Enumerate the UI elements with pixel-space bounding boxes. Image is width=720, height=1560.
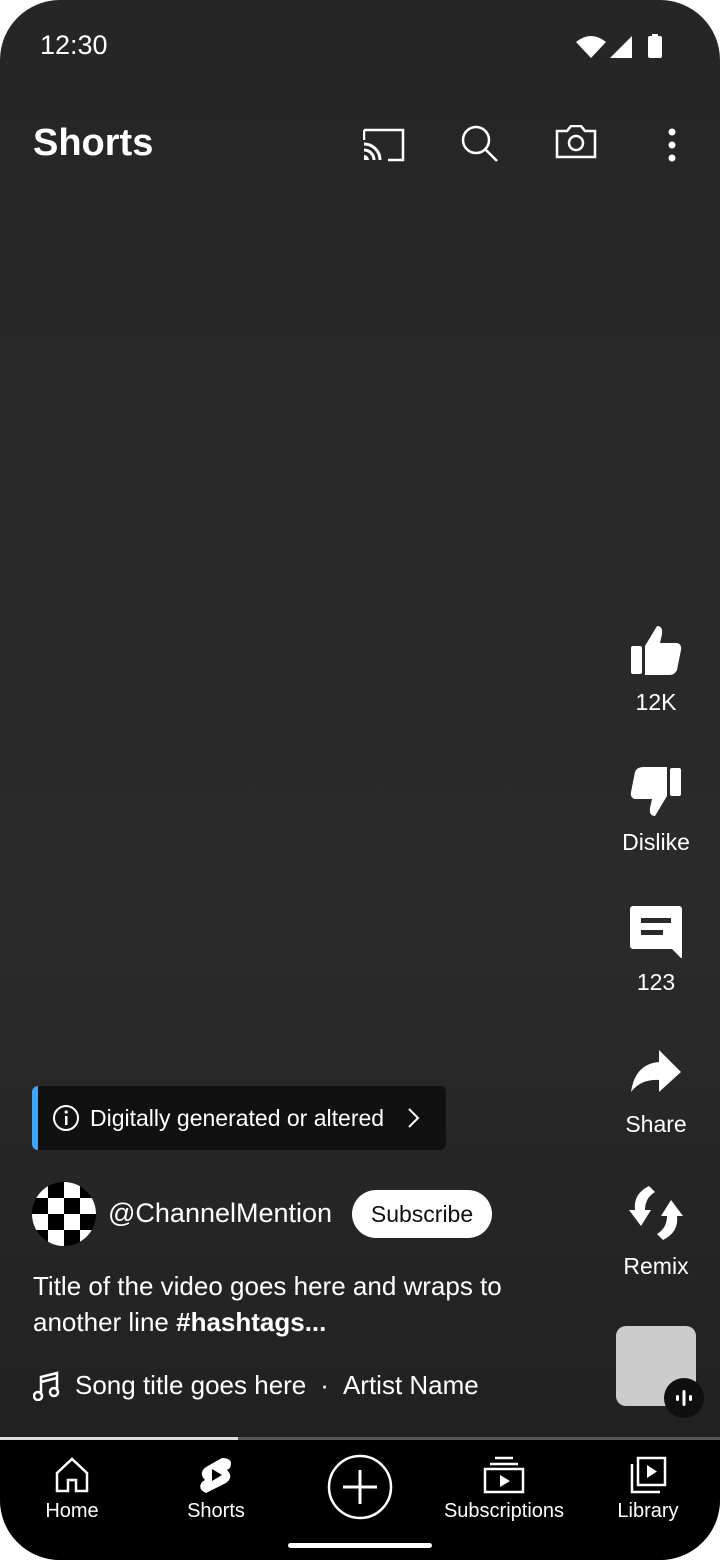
nav-shorts[interactable]: Shorts [144, 1456, 288, 1523]
audio-wave-icon [676, 1390, 692, 1406]
video-title[interactable]: Title of the video goes here and wraps t… [33, 1268, 573, 1340]
notice-text: Digitally generated or altered [90, 1104, 385, 1131]
channel-name[interactable]: @ChannelMention [108, 1198, 332, 1229]
ai-content-notice[interactable]: Digitally generated or altered [32, 1086, 446, 1150]
cast-icon[interactable] [363, 128, 405, 162]
home-icon [55, 1457, 89, 1493]
share-label: Share [625, 1111, 687, 1137]
music-note-icon [33, 1370, 60, 1401]
chevron-right-icon [408, 1108, 420, 1128]
remix-icon [629, 1186, 683, 1240]
nav-create[interactable] [288, 1454, 432, 1526]
search-icon[interactable] [460, 124, 500, 164]
bottom-nav: Home Shorts Subscriptions Library [0, 1440, 720, 1560]
thumbs-down-icon [630, 767, 681, 816]
comment-icon [630, 906, 682, 959]
remix-button[interactable]: Remix [620, 1184, 692, 1280]
nav-subscriptions[interactable]: Subscriptions [432, 1456, 576, 1523]
nav-label: Home [45, 1500, 99, 1522]
status-icons [576, 34, 668, 65]
like-count: 12K [635, 689, 677, 715]
nav-label: Shorts [187, 1500, 245, 1522]
thumbs-up-icon [631, 626, 682, 675]
library-icon [630, 1456, 667, 1494]
create-plus-icon [327, 1454, 393, 1520]
comments-button[interactable]: 123 [620, 904, 692, 996]
nav-label: Library [617, 1500, 679, 1522]
video-hashtags[interactable]: #hashtags... [176, 1307, 326, 1337]
phone-screen: 12:30 Shorts 12K Dislike 123 Share Remix… [0, 0, 720, 1560]
home-indicator[interactable] [288, 1543, 432, 1548]
audio-badge [664, 1378, 704, 1418]
separator: · [320, 1370, 329, 1400]
subscribe-button[interactable]: Subscribe [352, 1190, 492, 1238]
comment-count: 123 [636, 969, 676, 995]
shorts-icon [200, 1458, 231, 1493]
dislike-button[interactable]: Dislike [620, 764, 692, 856]
share-button[interactable]: Share [620, 1046, 692, 1138]
camera-icon[interactable] [555, 125, 597, 159]
more-vert-icon[interactable] [664, 127, 680, 163]
channel-avatar[interactable] [32, 1182, 96, 1246]
info-icon [53, 1105, 79, 1131]
like-button[interactable]: 12K [620, 624, 692, 716]
nav-home[interactable]: Home [0, 1456, 144, 1523]
nav-library[interactable]: Library [576, 1456, 720, 1523]
wifi-signal-battery-icon [576, 34, 662, 58]
subscriptions-icon [483, 1456, 525, 1494]
song-title: Song title goes here [75, 1370, 307, 1400]
status-time: 12:30 [40, 30, 108, 60]
share-icon [631, 1050, 681, 1092]
artist-name: Artist Name [342, 1370, 479, 1400]
nav-label: Subscriptions [443, 1500, 565, 1522]
dislike-label: Dislike [622, 829, 690, 855]
page-title: Shorts [33, 122, 154, 164]
song-info[interactable]: Song title goes here · Artist Name [33, 1370, 479, 1401]
remix-label: Remix [623, 1253, 689, 1279]
